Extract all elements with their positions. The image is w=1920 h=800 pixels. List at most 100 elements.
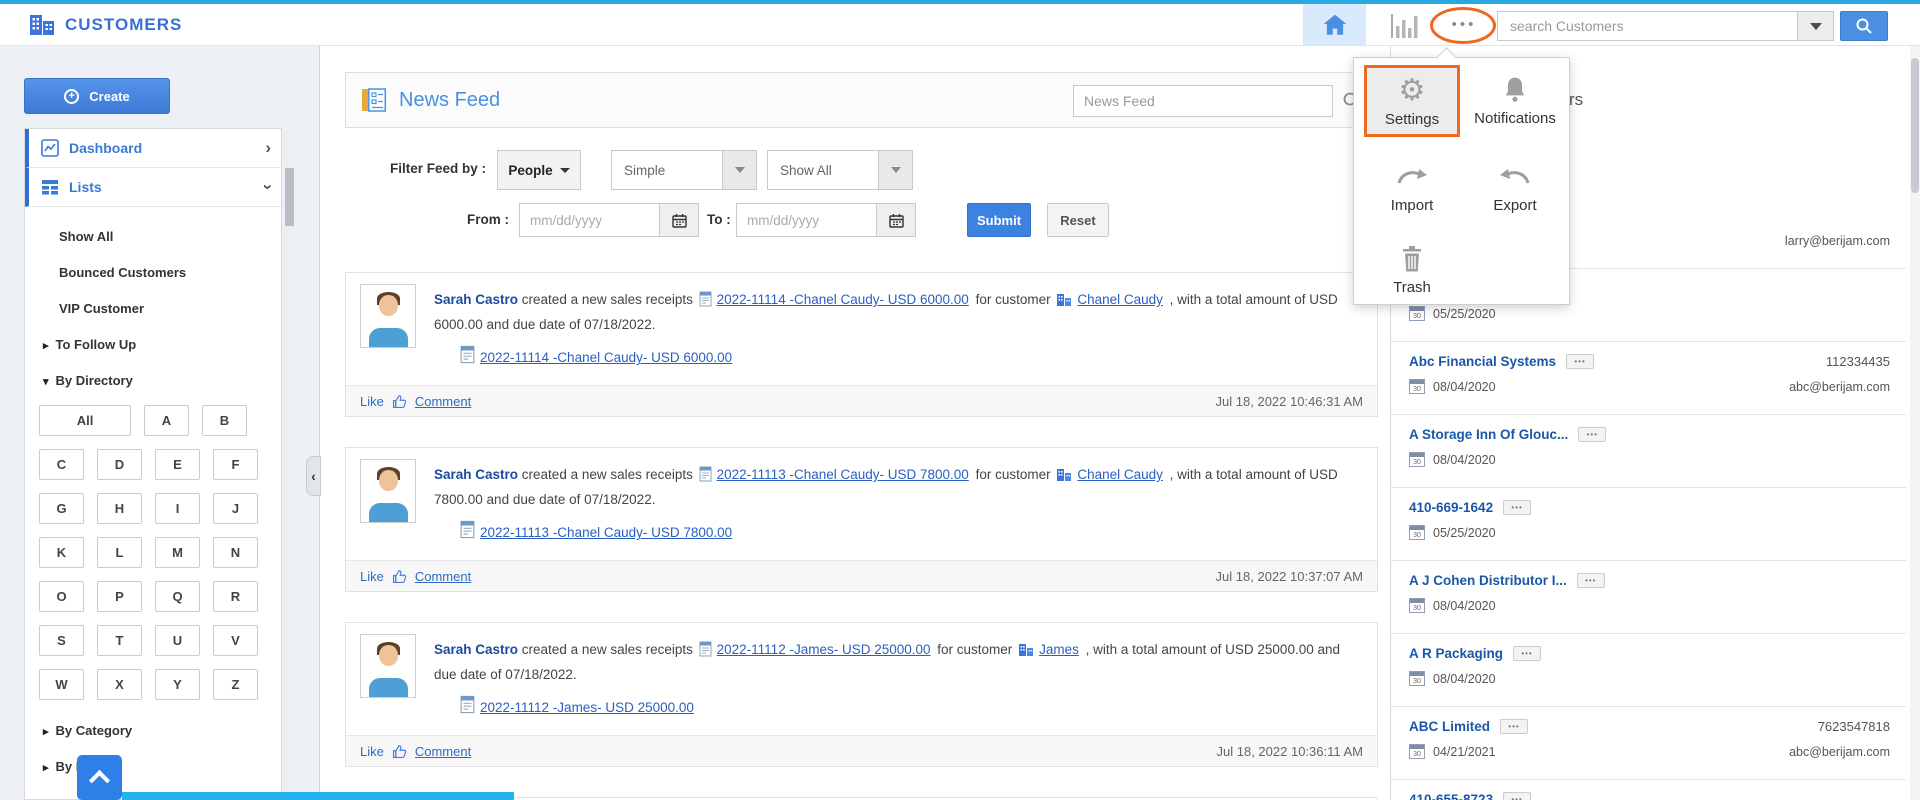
like-link[interactable]: Like	[360, 394, 384, 409]
sidebar-scrollbar-track[interactable]	[284, 128, 295, 800]
sidebar-item-by-event[interactable]: ▸By Event	[25, 749, 281, 785]
customer-name-link[interactable]: A R Packaging	[1409, 646, 1503, 661]
from-calendar-button[interactable]	[659, 203, 699, 237]
alpha-button[interactable]: B	[202, 405, 247, 436]
customer-row[interactable]: A Storage Inn Of Glouc... ••• 30 08/04/2…	[1391, 415, 1906, 488]
more-icon[interactable]: •••	[1576, 573, 1605, 588]
menu-item-settings[interactable]: ⚙ Settings	[1364, 65, 1460, 137]
receipt-doc-link[interactable]: 2022-11112 -James- USD 25000.00	[477, 697, 697, 719]
menu-item-notifications[interactable]: Notifications	[1467, 67, 1563, 133]
alpha-button[interactable]: N	[213, 537, 258, 568]
alpha-button[interactable]: S	[39, 625, 84, 656]
feed-type-select[interactable]: Simple	[611, 150, 757, 190]
alpha-button-all[interactable]: All	[39, 405, 131, 436]
feed-show-select[interactable]: Show All	[767, 150, 913, 190]
alpha-button[interactable]: L	[97, 537, 142, 568]
receipt-doc-link[interactable]: 2022-11113 -Chanel Caudy- USD 7800.00	[714, 467, 972, 482]
customer-row[interactable]: 410-655-8723 ••• 30	[1391, 780, 1906, 800]
customer-name-link[interactable]: 410-655-8723	[1409, 792, 1493, 800]
alpha-button[interactable]: C	[39, 449, 84, 480]
customer-row[interactable]: Abc Financial Systems ••• 112334435 30 0…	[1391, 342, 1906, 415]
search-input[interactable]	[1497, 11, 1797, 41]
alpha-button[interactable]: F	[213, 449, 258, 480]
customer-name-link[interactable]: ABC Limited	[1409, 719, 1490, 734]
panel-scrollbar-thumb[interactable]	[1911, 58, 1919, 193]
sidebar-scrollbar-thumb[interactable]	[285, 168, 294, 226]
alpha-button[interactable]: P	[97, 581, 142, 612]
receipt-doc-link[interactable]: 2022-11113 -Chanel Caudy- USD 7800.00	[477, 522, 735, 544]
more-icon[interactable]: •••	[1578, 427, 1607, 442]
from-date-input[interactable]	[519, 203, 659, 237]
alpha-button[interactable]: D	[97, 449, 142, 480]
alpha-button[interactable]: O	[39, 581, 84, 612]
more-icon[interactable]: •••	[1566, 354, 1595, 369]
customer-row[interactable]: A R Packaging ••• 30 08/04/2020	[1391, 634, 1906, 707]
customer-row[interactable]: 410-669-1642 ••• 30 05/25/2020	[1391, 488, 1906, 561]
menu-item-trash[interactable]: Trash	[1364, 236, 1460, 302]
more-icon[interactable]: •••	[1500, 719, 1528, 734]
like-link[interactable]: Like	[360, 569, 384, 584]
more-icon[interactable]: •••	[1503, 500, 1532, 515]
receipt-doc-link[interactable]: 2022-11114 -Chanel Caudy- USD 6000.00	[477, 347, 735, 369]
submit-button[interactable]: Submit	[967, 203, 1031, 237]
customer-name-link[interactable]: 410-669-1642	[1409, 500, 1493, 515]
sidebar-item-by-category[interactable]: ▸ By Category	[25, 713, 281, 749]
alpha-button[interactable]: Q	[155, 581, 200, 612]
sidebar-item-to-follow-up[interactable]: ▸ To Follow Up	[25, 327, 281, 363]
menu-item-import[interactable]: Import	[1364, 154, 1460, 220]
comment-link[interactable]: Comment	[415, 394, 471, 409]
alpha-button[interactable]: X	[97, 669, 142, 700]
sidebar-item-show-all[interactable]: Show All	[25, 219, 281, 255]
search-scope-dropdown[interactable]	[1797, 11, 1834, 41]
feed-user-link[interactable]: Sarah Castro	[434, 292, 518, 307]
alpha-button[interactable]: K	[39, 537, 84, 568]
alpha-button[interactable]: E	[155, 449, 200, 480]
alpha-button[interactable]: A	[144, 405, 189, 436]
more-icon[interactable]: •••	[1513, 646, 1542, 661]
sidebar-item-lists[interactable]: Lists ›	[25, 168, 281, 207]
customer-link[interactable]: Chanel Caudy	[1074, 467, 1166, 482]
comment-link[interactable]: Comment	[415, 569, 471, 584]
feed-user-link[interactable]: Sarah Castro	[434, 467, 518, 482]
sidebar-collapse-handle[interactable]: ‹	[306, 456, 321, 496]
like-link[interactable]: Like	[360, 744, 384, 759]
alpha-button[interactable]: R	[213, 581, 258, 612]
reports-button[interactable]	[1382, 11, 1426, 41]
receipt-doc-link[interactable]: 2022-11112 -James- USD 25000.00	[714, 642, 934, 657]
customer-link[interactable]: James	[1036, 642, 1082, 657]
comment-link[interactable]: Comment	[415, 744, 471, 759]
to-calendar-button[interactable]	[876, 203, 916, 237]
news-feed-search-input[interactable]	[1073, 85, 1333, 117]
feed-user-link[interactable]: Sarah Castro	[434, 642, 518, 657]
alpha-button[interactable]: T	[97, 625, 142, 656]
sidebar-item-bounced-customers[interactable]: Bounced Customers	[25, 255, 281, 291]
alpha-button[interactable]: G	[39, 493, 84, 524]
reset-button[interactable]: Reset	[1047, 203, 1109, 237]
customer-row[interactable]: A J Cohen Distributor I... ••• 30 08/04/…	[1391, 561, 1906, 634]
overflow-menu-button[interactable]: •••	[1436, 6, 1492, 44]
search-button[interactable]	[1840, 11, 1888, 41]
alpha-button[interactable]: Y	[155, 669, 200, 700]
receipt-doc-link[interactable]: 2022-11114 -Chanel Caudy- USD 6000.00	[714, 292, 972, 307]
sidebar-item-by-directory[interactable]: ▾ By Directory	[25, 363, 281, 399]
more-icon[interactable]: •••	[1503, 792, 1532, 800]
menu-item-export[interactable]: Export	[1467, 154, 1563, 220]
alpha-button[interactable]: H	[97, 493, 142, 524]
horizontal-scrollbar[interactable]	[122, 792, 514, 800]
to-date-input[interactable]	[736, 203, 876, 237]
customer-name-link[interactable]: A J Cohen Distributor I...	[1409, 573, 1567, 588]
home-button[interactable]	[1303, 4, 1366, 45]
customer-row[interactable]: ABC Limited ••• 7623547818 30 04/21/2021…	[1391, 707, 1906, 780]
alpha-button[interactable]: I	[155, 493, 200, 524]
back-to-top-button[interactable]	[77, 755, 122, 800]
alpha-button[interactable]: U	[155, 625, 200, 656]
alpha-button[interactable]: Z	[213, 669, 258, 700]
alpha-button[interactable]: V	[213, 625, 258, 656]
create-button[interactable]: + Create	[24, 78, 170, 114]
alpha-button[interactable]: W	[39, 669, 84, 700]
people-filter-button[interactable]: People	[497, 150, 581, 190]
alpha-button[interactable]: J	[213, 493, 258, 524]
sidebar-item-vip-customer[interactable]: VIP Customer	[25, 291, 281, 327]
customer-name-link[interactable]: A Storage Inn Of Glouc...	[1409, 427, 1568, 442]
customer-link[interactable]: Chanel Caudy	[1074, 292, 1166, 307]
